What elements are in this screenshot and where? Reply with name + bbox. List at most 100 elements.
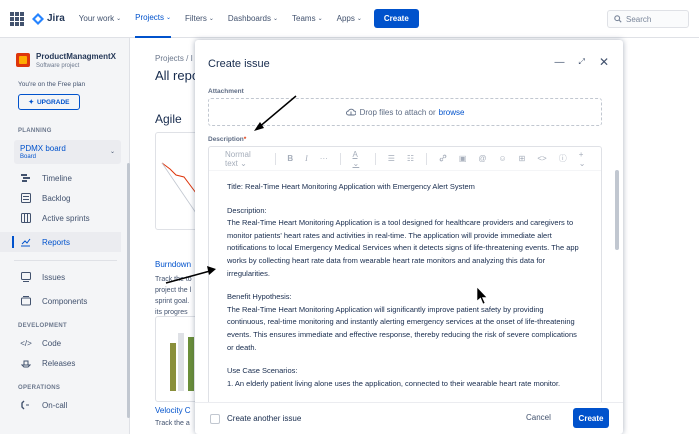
chevron-down-icon: ⌄ — [317, 16, 323, 22]
burndown-thumbnail — [161, 162, 197, 214]
use-case-item: 1. An elderly patient living alone uses … — [227, 378, 561, 388]
chevron-down-icon: ⌄ — [166, 15, 172, 21]
sidebar-item-label: Components — [42, 296, 88, 306]
board-type: Board — [20, 154, 37, 160]
fullscreen-icon[interactable]: ⤢ — [579, 57, 585, 67]
chevron-down-icon: ⌄ — [116, 16, 122, 22]
velocity-chart-card[interactable] — [155, 316, 199, 402]
burndown-description-line: project the l — [155, 287, 192, 294]
nav-apps[interactable]: Apps ⌄ — [337, 14, 362, 23]
description-label-text: Description — [208, 136, 244, 143]
insert-more-icon[interactable]: + ⌄ — [579, 150, 589, 168]
chevron-down-icon: ⌄ — [109, 149, 115, 155]
more-formatting-icon[interactable]: ··· — [320, 154, 328, 163]
text-style-dropdown[interactable]: Normal text ⌄ — [225, 150, 263, 168]
sidebar-item-backlog[interactable]: Backlog — [0, 188, 129, 208]
search-input[interactable]: Search — [607, 10, 689, 28]
timeline-icon — [20, 172, 32, 184]
link-icon[interactable] — [439, 154, 447, 164]
image-icon[interactable]: ▣ — [459, 154, 467, 163]
project-header[interactable]: ProductManagmentX Software project — [0, 38, 129, 69]
create-another-checkbox[interactable] — [210, 413, 220, 424]
bullet-list-icon[interactable]: ☰ — [388, 154, 395, 163]
description-content[interactable]: Title: Real-Time Heart Monitoring Applic… — [209, 171, 579, 390]
sidebar-item-timeline[interactable]: Timeline — [0, 168, 129, 188]
nav-create-button[interactable]: Create — [373, 9, 419, 28]
nav-your-work-label: Your work — [78, 14, 115, 23]
sidebar-item-releases[interactable]: Releases — [0, 353, 129, 373]
minimize-icon[interactable]: — — [555, 57, 565, 68]
info-panel-icon[interactable]: ⓘ — [559, 153, 567, 164]
toolbar-divider — [274, 152, 276, 165]
description-editor[interactable]: Normal text ⌄ B I ··· A ⌄ ☰ ☷ ▣ @ ☺ ⊞ <> — [208, 146, 602, 402]
bold-icon[interactable]: B — [287, 154, 293, 163]
description-title-line: Title: Real-Time Heart Monitoring Applic… — [227, 182, 475, 191]
italic-icon[interactable]: I — [305, 154, 308, 163]
mention-icon[interactable]: @ — [478, 154, 486, 163]
nav-teams-label: Teams — [292, 14, 316, 23]
code-block-icon[interactable]: <> — [537, 154, 546, 163]
attachment-dropzone[interactable]: Drop files to attach or browse — [208, 98, 602, 126]
browse-link[interactable]: browse — [439, 108, 465, 117]
benefit-heading: Benefit Hypothesis: — [227, 292, 292, 302]
velocity-chart-title[interactable]: Velocity C — [155, 406, 191, 415]
code-icon: </> — [20, 338, 32, 348]
development-section-label: DEVELOPMENT — [18, 323, 67, 329]
sidebar-item-issues[interactable]: Issues — [0, 267, 129, 287]
numbered-list-icon[interactable]: ☷ — [407, 154, 414, 163]
nav-teams[interactable]: Teams ⌄ — [292, 14, 323, 23]
burndown-chart-card[interactable] — [155, 132, 199, 230]
create-button[interactable]: Create — [573, 408, 609, 428]
components-icon — [20, 295, 32, 307]
use-case-heading: Use Case Scenarios: — [227, 366, 298, 376]
sidebar-item-components[interactable]: Components — [0, 291, 129, 311]
nav-dashboards-label: Dashboards — [227, 14, 271, 23]
create-another-label[interactable]: Create another issue — [227, 414, 301, 423]
benefit-paragraph: The Real-Time Heart Monitoring Applicati… — [227, 304, 577, 352]
nav-filters[interactable]: Filters ⌄ — [185, 14, 214, 23]
velocity-bar — [170, 343, 176, 391]
search-icon — [614, 15, 622, 23]
board-selector[interactable]: PDMX board Board ⌄ — [14, 140, 121, 164]
sidebar-item-label: Code — [42, 338, 62, 348]
create-issue-dialog: Create issue — ⤢ ✕ Attachment Drop files… — [195, 40, 623, 434]
jira-logo[interactable]: Jira — [32, 12, 65, 25]
nav-dashboards[interactable]: Dashboards ⌄ — [228, 14, 278, 23]
dialog-scrollbar[interactable] — [615, 170, 619, 250]
app-switcher-icon[interactable] — [10, 11, 24, 26]
description-paragraph: The Real-Time Heart Monitoring Applicati… — [227, 218, 579, 278]
chevron-down-icon: ⌄ — [273, 16, 279, 22]
dialog-body[interactable]: Attachment Drop files to attach or brows… — [195, 86, 623, 402]
dialog-header-actions: — ⤢ ✕ — [541, 55, 609, 69]
description-heading: Description: — [227, 205, 267, 215]
sidebar-item-reports[interactable]: Reports — [0, 232, 121, 252]
cancel-button[interactable]: Cancel — [526, 413, 551, 422]
jira-logo-icon — [32, 12, 44, 25]
toolbar-divider — [426, 152, 427, 165]
chart-icon — [20, 236, 32, 248]
burndown-description-line: sprint goal. — [155, 298, 190, 305]
breadcrumb[interactable]: Projects / I — [155, 54, 193, 63]
page-title: All repo — [155, 68, 200, 83]
sidebar-item-code[interactable]: </> Code — [0, 333, 129, 353]
sidebar-item-label: On-call — [42, 400, 68, 410]
emoji-icon[interactable]: ☺ — [499, 154, 507, 163]
upgrade-button[interactable]: ✦ UPGRADE — [18, 94, 80, 110]
burndown-description-line: Track the to — [155, 276, 192, 283]
operations-section-label: OPERATIONS — [18, 385, 61, 391]
nav-projects[interactable]: Projects ⌄ — [135, 0, 172, 38]
nav-your-work[interactable]: Your work ⌄ — [79, 14, 121, 23]
text-color-icon[interactable]: A ⌄ — [353, 150, 363, 168]
sidebar-item-label: Timeline — [42, 173, 72, 183]
sidebar-item-active-sprints[interactable]: Active sprints — [0, 208, 129, 228]
sidebar-item-on-call[interactable]: On-call — [0, 395, 129, 415]
drop-text: Drop files to attach or — [359, 107, 436, 117]
nav-projects-label: Projects — [135, 13, 165, 22]
burndown-chart-title[interactable]: Burndown — [155, 260, 191, 269]
project-type: Software project — [36, 63, 80, 69]
board-name: PDMX board — [20, 144, 66, 153]
table-icon[interactable]: ⊞ — [519, 154, 526, 163]
close-icon[interactable]: ✕ — [599, 55, 609, 69]
velocity-description: Track the a — [155, 420, 190, 427]
sidebar-scrollbar[interactable] — [127, 163, 130, 418]
